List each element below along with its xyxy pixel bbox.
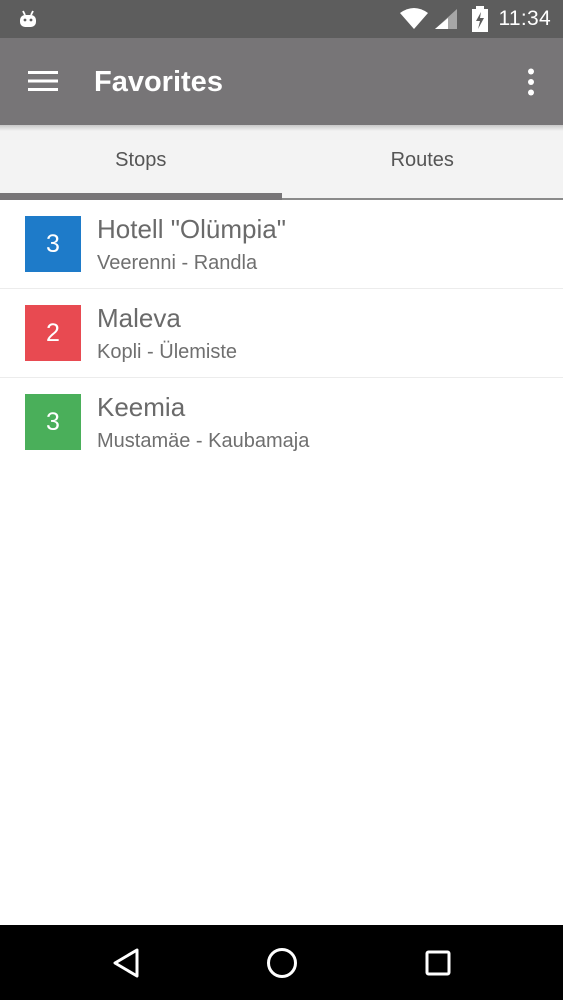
app-bar: Favorites [0,38,563,125]
home-circle-icon [267,948,297,978]
route-number-badge: 3 [25,394,81,450]
route-direction: Kopli - Ülemiste [97,341,238,363]
recents-button[interactable] [408,939,468,987]
android-icon [20,10,36,27]
tab-stops-label: Stops [115,149,167,171]
tab-routes[interactable]: Routes [282,125,563,198]
tab-stops[interactable]: Stops [0,125,282,200]
active-tab-indicator [0,193,282,200]
stop-name: Maleva [97,303,181,333]
stop-name: Hotell "Olümpia" [97,214,286,244]
page-title: Favorites [94,66,223,98]
status-bar: 11:34 [0,0,563,38]
home-button[interactable] [252,939,312,987]
cell-signal-icon [434,9,457,29]
status-time: 11:34 [498,7,551,30]
battery-charging-icon [471,6,488,32]
list-item[interactable]: 3 Hotell "Olümpia" Veerenni - Randla [0,200,563,289]
menu-icon [28,71,58,91]
tab-routes-label: Routes [390,149,454,171]
overflow-menu-button[interactable] [517,60,545,104]
system-nav-bar [0,925,563,1000]
list-item[interactable]: 2 Maleva Kopli - Ülemiste [0,289,563,378]
list-item[interactable]: 3 Keemia Mustamäe - Kaubamaja [0,378,563,466]
route-direction: Mustamäe - Kaubamaja [97,430,310,452]
favorites-list: 3 Hotell "Olümpia" Veerenni - Randla 2 M… [0,200,563,466]
route-number-badge: 3 [25,216,81,272]
more-vert-icon [528,68,534,96]
wifi-icon [399,8,428,29]
back-triangle-icon [113,948,139,978]
recents-square-icon [425,950,451,976]
app-bar-shadow [0,125,563,131]
route-direction: Veerenni - Randla [97,252,258,274]
back-button[interactable] [96,939,156,987]
tab-bar: Stops Routes [0,125,563,200]
menu-button[interactable] [18,58,68,104]
route-number-badge: 2 [25,305,81,361]
stop-name: Keemia [97,392,186,422]
